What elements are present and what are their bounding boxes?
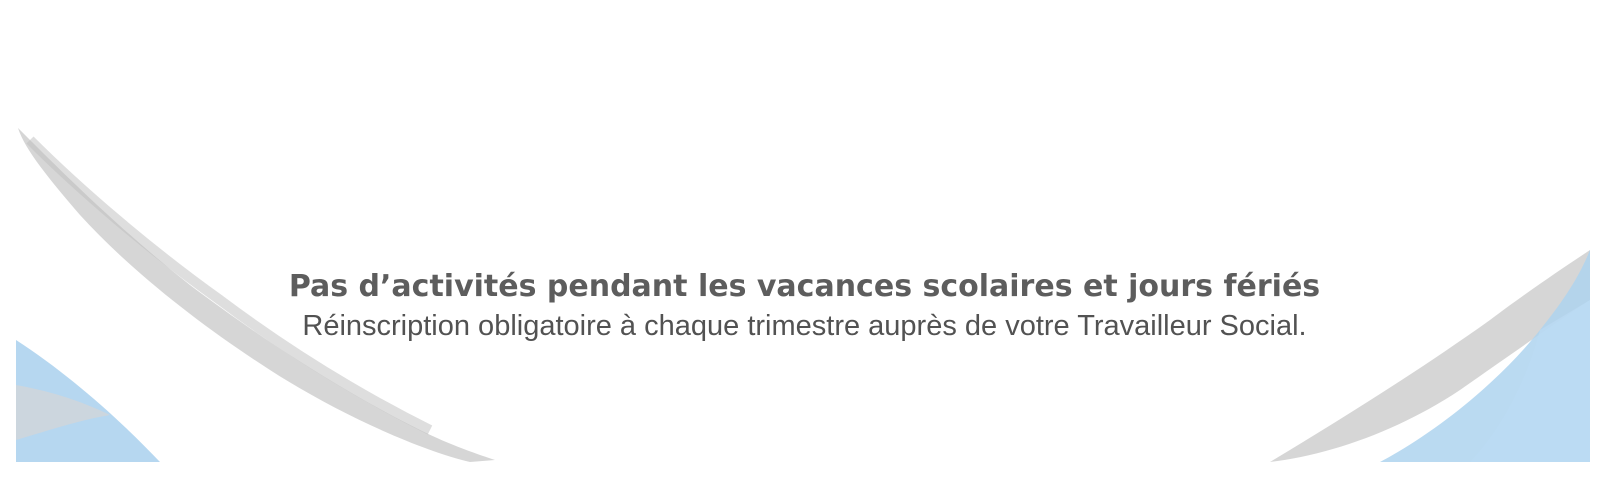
document-page: Pas d’activités pendant les vacances sco…: [0, 0, 1609, 482]
notice-subline: Réinscription obligatoire à chaque trime…: [302, 310, 1307, 342]
notice-headline: Pas d’activités pendant les vacances sco…: [288, 269, 1321, 304]
brush-stroke-decoration: [16, 128, 1590, 462]
notice-block: Pas d’activités pendant les vacances sco…: [0, 268, 1609, 346]
